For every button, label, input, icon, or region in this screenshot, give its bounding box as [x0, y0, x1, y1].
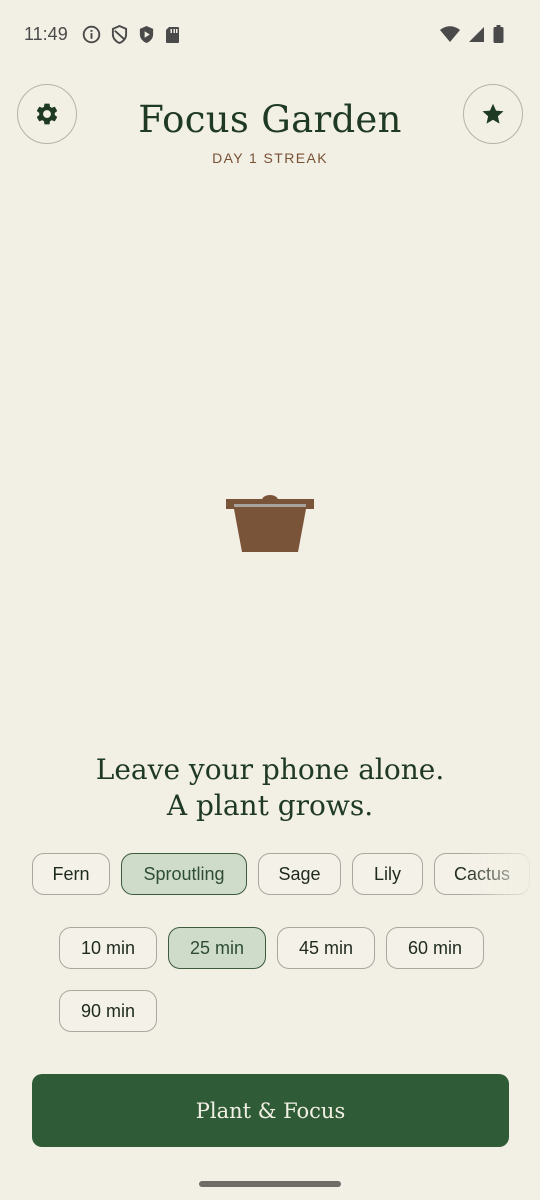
plant-pot-illustration — [222, 490, 318, 560]
wifi-icon — [440, 26, 460, 42]
duration-chip-60[interactable]: 60 min — [386, 927, 484, 969]
duration-selector: 10 min 25 min 45 min 60 min 90 min — [59, 927, 499, 1032]
plant-selector[interactable]: Fern Sproutling Sage Lily Cactus — [32, 853, 540, 897]
duration-chip-90[interactable]: 90 min — [59, 990, 157, 1032]
plant-chip-fern[interactable]: Fern — [32, 853, 110, 895]
status-icons-left — [82, 25, 180, 44]
shield-icon — [111, 25, 128, 44]
tagline: Leave your phone alone. A plant grows. — [0, 752, 540, 824]
status-time: 11:49 — [24, 24, 68, 44]
battery-icon — [493, 25, 504, 43]
plant-focus-button[interactable]: Plant & Focus — [32, 1074, 509, 1147]
streak-label: DAY 1 STREAK — [212, 150, 328, 166]
home-indicator[interactable] — [199, 1181, 341, 1187]
duration-chip-10[interactable]: 10 min — [59, 927, 157, 969]
plant-chip-sproutling[interactable]: Sproutling — [121, 853, 247, 895]
duration-chip-45[interactable]: 45 min — [277, 927, 375, 969]
cell-signal-icon — [469, 26, 484, 42]
sd-card-icon — [166, 26, 179, 43]
tagline-line-2: A plant grows. — [166, 789, 374, 822]
pot-icon — [226, 495, 314, 552]
plant-chip-sage[interactable]: Sage — [258, 853, 341, 895]
plant-chip-list: Fern Sproutling Sage Lily Cactus — [32, 853, 540, 895]
status-bar: 11:49 — [0, 0, 540, 70]
plant-chip-lily[interactable]: Lily — [352, 853, 423, 895]
plant-chip-cactus[interactable]: Cactus — [434, 853, 530, 895]
app-title: Focus Garden — [138, 98, 402, 141]
status-icons-right — [440, 25, 504, 43]
duration-chip-25[interactable]: 25 min — [168, 927, 266, 969]
info-icon — [82, 25, 101, 44]
focus-garden-screen: 11:49 Focus Garden DAY 1 STREAK Leave yo… — [0, 0, 540, 1200]
play-protect-icon — [139, 26, 154, 43]
tagline-line-1: Leave your phone alone. — [95, 753, 445, 786]
